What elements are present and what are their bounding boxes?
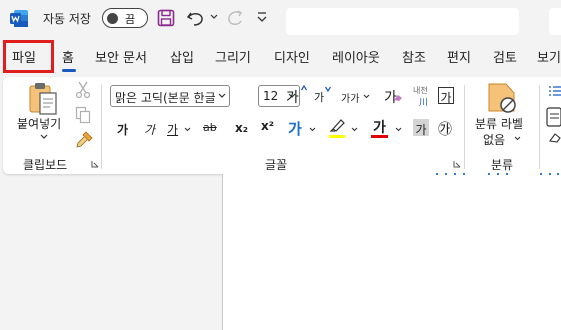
classification-group-label: 분류 — [491, 158, 514, 172]
highlight-color-bar — [329, 135, 345, 138]
tab-design[interactable]: 디자인 — [274, 47, 310, 66]
text-effects-button[interactable]: 가 — [288, 118, 302, 139]
ruler-marks — [488, 173, 508, 175]
sensitivity-label-text[interactable]: 분류 라벨 — [475, 115, 523, 132]
superscript-button[interactable]: x² — [261, 119, 274, 133]
toggle-knob — [107, 13, 118, 24]
save-icon[interactable] — [157, 9, 175, 27]
divider — [464, 85, 465, 169]
autosave-label: 자동 저장 — [43, 12, 91, 26]
sensitivity-label-text-2[interactable]: 없음 — [483, 131, 505, 148]
tab-view[interactable]: 보기 — [537, 47, 561, 66]
undo-dropdown-icon[interactable] — [210, 13, 218, 21]
font-name-box[interactable]: 맑은 고딕(본문 한글 — [110, 85, 230, 107]
chevron-down-icon[interactable] — [218, 93, 226, 99]
autosave-state: 끔 — [125, 13, 136, 26]
chevron-down-icon[interactable] — [514, 136, 521, 141]
character-shading-label: 가 — [415, 123, 427, 137]
tab-references[interactable]: 참조 — [402, 47, 426, 66]
active-tab-indicator — [62, 69, 76, 72]
eraser-icon — [394, 95, 402, 101]
autosave-toggle[interactable]: 끔 — [102, 8, 148, 28]
clipboard-group-label: 클립보드 — [23, 158, 68, 172]
copy-icon[interactable] — [75, 106, 91, 124]
undo-icon[interactable] — [185, 7, 207, 29]
paste-label[interactable]: 붙여넣기 — [17, 115, 61, 132]
tab-secure-document[interactable]: 보안 문서 — [95, 47, 147, 66]
title-right-area[interactable] — [549, 8, 561, 35]
customize-quick-access-icon[interactable] — [256, 10, 268, 24]
italic-button[interactable]: 가 — [144, 121, 155, 138]
tab-insert[interactable]: 삽입 — [170, 47, 194, 66]
redo-icon[interactable] — [224, 7, 246, 29]
cut-icon[interactable] — [75, 81, 91, 99]
character-shading-button[interactable]: 가 — [413, 119, 429, 137]
title-bar: 자동 저장 끔 — [0, 0, 561, 38]
search-box[interactable] — [286, 8, 519, 35]
shrink-font-button[interactable]: 가 — [314, 89, 324, 105]
tab-mailings[interactable]: 편지 — [447, 47, 471, 66]
sensitivity-label-icon[interactable] — [486, 81, 518, 115]
chevron-down-icon[interactable] — [351, 127, 358, 132]
strikethrough-button[interactable]: ab — [203, 121, 217, 134]
ruler-marks — [436, 173, 465, 175]
divider — [101, 85, 102, 169]
chevron-down-icon[interactable] — [184, 127, 191, 132]
file-tab-highlight — [3, 40, 54, 73]
phonetic-guide-glyph: 川 — [419, 98, 429, 108]
shrink-arrow-icon — [325, 86, 331, 92]
tab-draw[interactable]: 그리기 — [215, 47, 251, 66]
style-box-icon[interactable] — [546, 107, 561, 127]
ribbon-tabs: 파일 홈 보안 문서 삽입 그리기 디자인 레이아웃 참조 편지 검토 보기 — [0, 40, 561, 78]
list-icon[interactable] — [548, 85, 561, 97]
character-border-button[interactable]: 가 — [438, 87, 454, 105]
change-case-button[interactable]: 가가 — [341, 90, 359, 105]
word-icon[interactable] — [10, 9, 29, 28]
format-painter-icon[interactable] — [75, 131, 93, 149]
grow-arrow-icon — [301, 85, 307, 91]
font-color-bar — [371, 135, 388, 138]
underline-button[interactable]: 가 — [167, 121, 178, 138]
document-page[interactable] — [222, 174, 561, 330]
tab-layout[interactable]: 레이아웃 — [332, 47, 380, 66]
tab-home[interactable]: 홈 — [62, 47, 74, 66]
subscript-button[interactable]: x₂ — [235, 121, 248, 135]
paste-icon[interactable] — [28, 82, 58, 116]
clipboard-launcher-icon[interactable] — [91, 160, 99, 168]
enclose-characters-button[interactable]: ㉮ — [438, 119, 452, 139]
paste-dropdown-icon[interactable] — [40, 134, 48, 140]
eraser-icon[interactable] — [549, 131, 561, 143]
font-color-button[interactable]: 가 — [373, 117, 386, 137]
divider — [539, 85, 540, 169]
highlighter-icon[interactable] — [329, 117, 347, 133]
grow-font-button[interactable]: 가 — [286, 87, 299, 107]
ribbon: 붙여넣기 클립보드 맑은 고딕(본문 한글 12 가 가 가가 가 내천 川 가… — [3, 77, 561, 174]
chevron-down-icon[interactable] — [395, 127, 402, 132]
font-size-value: 12 — [263, 89, 279, 103]
font-group-label: 글꼴 — [265, 158, 288, 172]
font-name-value: 맑은 고딕(본문 한글 — [115, 91, 216, 105]
font-launcher-icon[interactable] — [453, 160, 461, 168]
ruler-marks — [540, 173, 559, 175]
character-border-label: 가 — [440, 91, 452, 105]
bold-button[interactable]: 가 — [117, 121, 128, 138]
chevron-down-icon[interactable] — [309, 127, 316, 132]
chevron-down-icon[interactable] — [363, 94, 370, 99]
tab-review[interactable]: 검토 — [493, 47, 517, 66]
